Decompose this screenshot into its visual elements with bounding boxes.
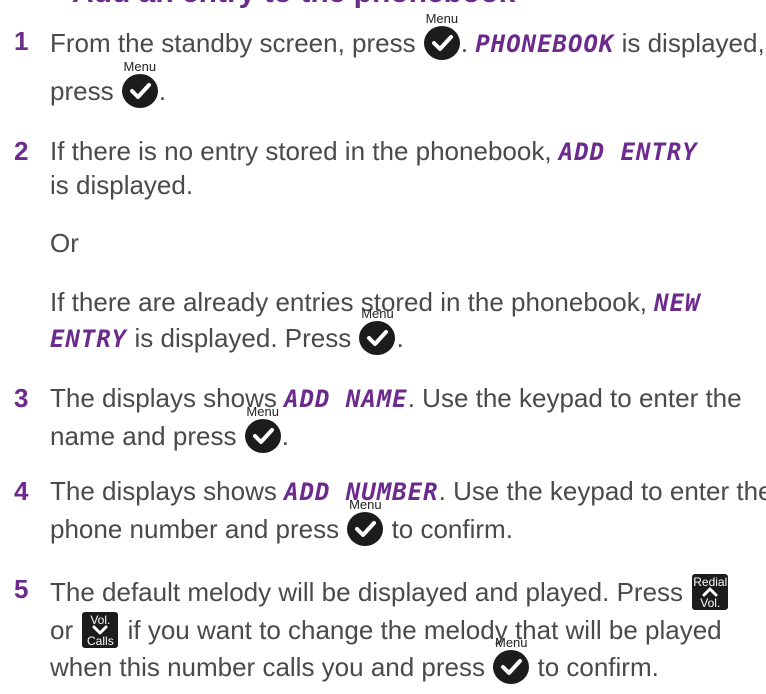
lcd-text: NEW (654, 289, 701, 317)
step-number: 3 (14, 383, 29, 413)
step-text: when this number calls you and press (50, 652, 486, 682)
step-text: . (158, 76, 167, 106)
step-text: The displays shows (50, 383, 277, 413)
step-1-line-2: press Menu . (50, 60, 167, 108)
step-text: The displays shows (50, 476, 277, 506)
menu-key-label: Menu (123, 59, 157, 74)
menu-key-icon: Menu (347, 498, 384, 546)
down-key-bottom-label: Calls (87, 634, 114, 648)
lcd-text: ADD ENTRY (558, 138, 698, 166)
step-text: name and press (50, 421, 237, 451)
menu-key-icon: Menu (121, 60, 158, 108)
step-2-or: Or (50, 228, 79, 258)
step-2-line-4: ENTRY is displayed. Press Menu . (50, 307, 404, 355)
step-text: . (281, 421, 289, 451)
step-text: is displayed, (621, 28, 765, 58)
step-number: 2 (14, 136, 29, 166)
step-text: . Use the keypad to enter the (438, 476, 766, 506)
lcd-text: ENTRY (50, 325, 128, 353)
menu-key-label: Menu (361, 306, 394, 321)
step-text: to confirm. (391, 514, 513, 544)
menu-key-label: Menu (425, 11, 459, 26)
menu-key-label: Menu (349, 497, 382, 512)
step-text: If there are already entries stored in t… (50, 287, 647, 317)
step-text: phone number and press (50, 514, 340, 544)
step-2-line-2: is displayed. (50, 170, 194, 200)
section-heading: Add an entry to the phonebook (72, 0, 515, 10)
step-text: . Use the keypad to enter the (407, 383, 742, 413)
menu-key-icon: Menu (244, 405, 281, 453)
step-number: 4 (14, 476, 29, 506)
menu-key-label: Menu (246, 404, 279, 419)
menu-key-icon: Menu (423, 12, 460, 60)
step-text: press (50, 76, 114, 106)
menu-key-icon: Menu (493, 636, 530, 684)
step-text: to confirm. (537, 652, 659, 682)
step-text: . (396, 323, 404, 353)
lcd-text: ADD NAME (284, 385, 408, 413)
step-3-line-2: name and press Menu . (50, 405, 289, 453)
menu-key-label: Menu (494, 635, 528, 650)
step-text: if you want to change the melody that wi… (127, 615, 722, 645)
lcd-text: PHONEBOOK (475, 30, 615, 58)
step-text: If there is no entry stored in the phone… (50, 136, 552, 166)
step-5-line-3: when this number calls you and press Men… (50, 636, 659, 684)
redial-key-bottom-label: Vol. (700, 596, 721, 610)
step-number: 5 (14, 574, 29, 604)
step-5-line-2: or Vol. Calls if you want to change the … (50, 612, 722, 648)
vol-down-calls-key-icon: Vol. Calls (82, 612, 119, 648)
step-number: 1 (14, 26, 29, 56)
step-4-line-2: phone number and press Menu to confirm. (50, 498, 513, 546)
step-text: The default melody will be displayed and… (50, 577, 684, 607)
redial-up-key-icon: Redial Vol. (692, 574, 729, 610)
step-text: is displayed. Press (134, 323, 352, 353)
menu-key-icon: Menu (359, 307, 396, 355)
step-text: From the standby screen, press (50, 28, 416, 58)
step-text: or (50, 615, 74, 645)
